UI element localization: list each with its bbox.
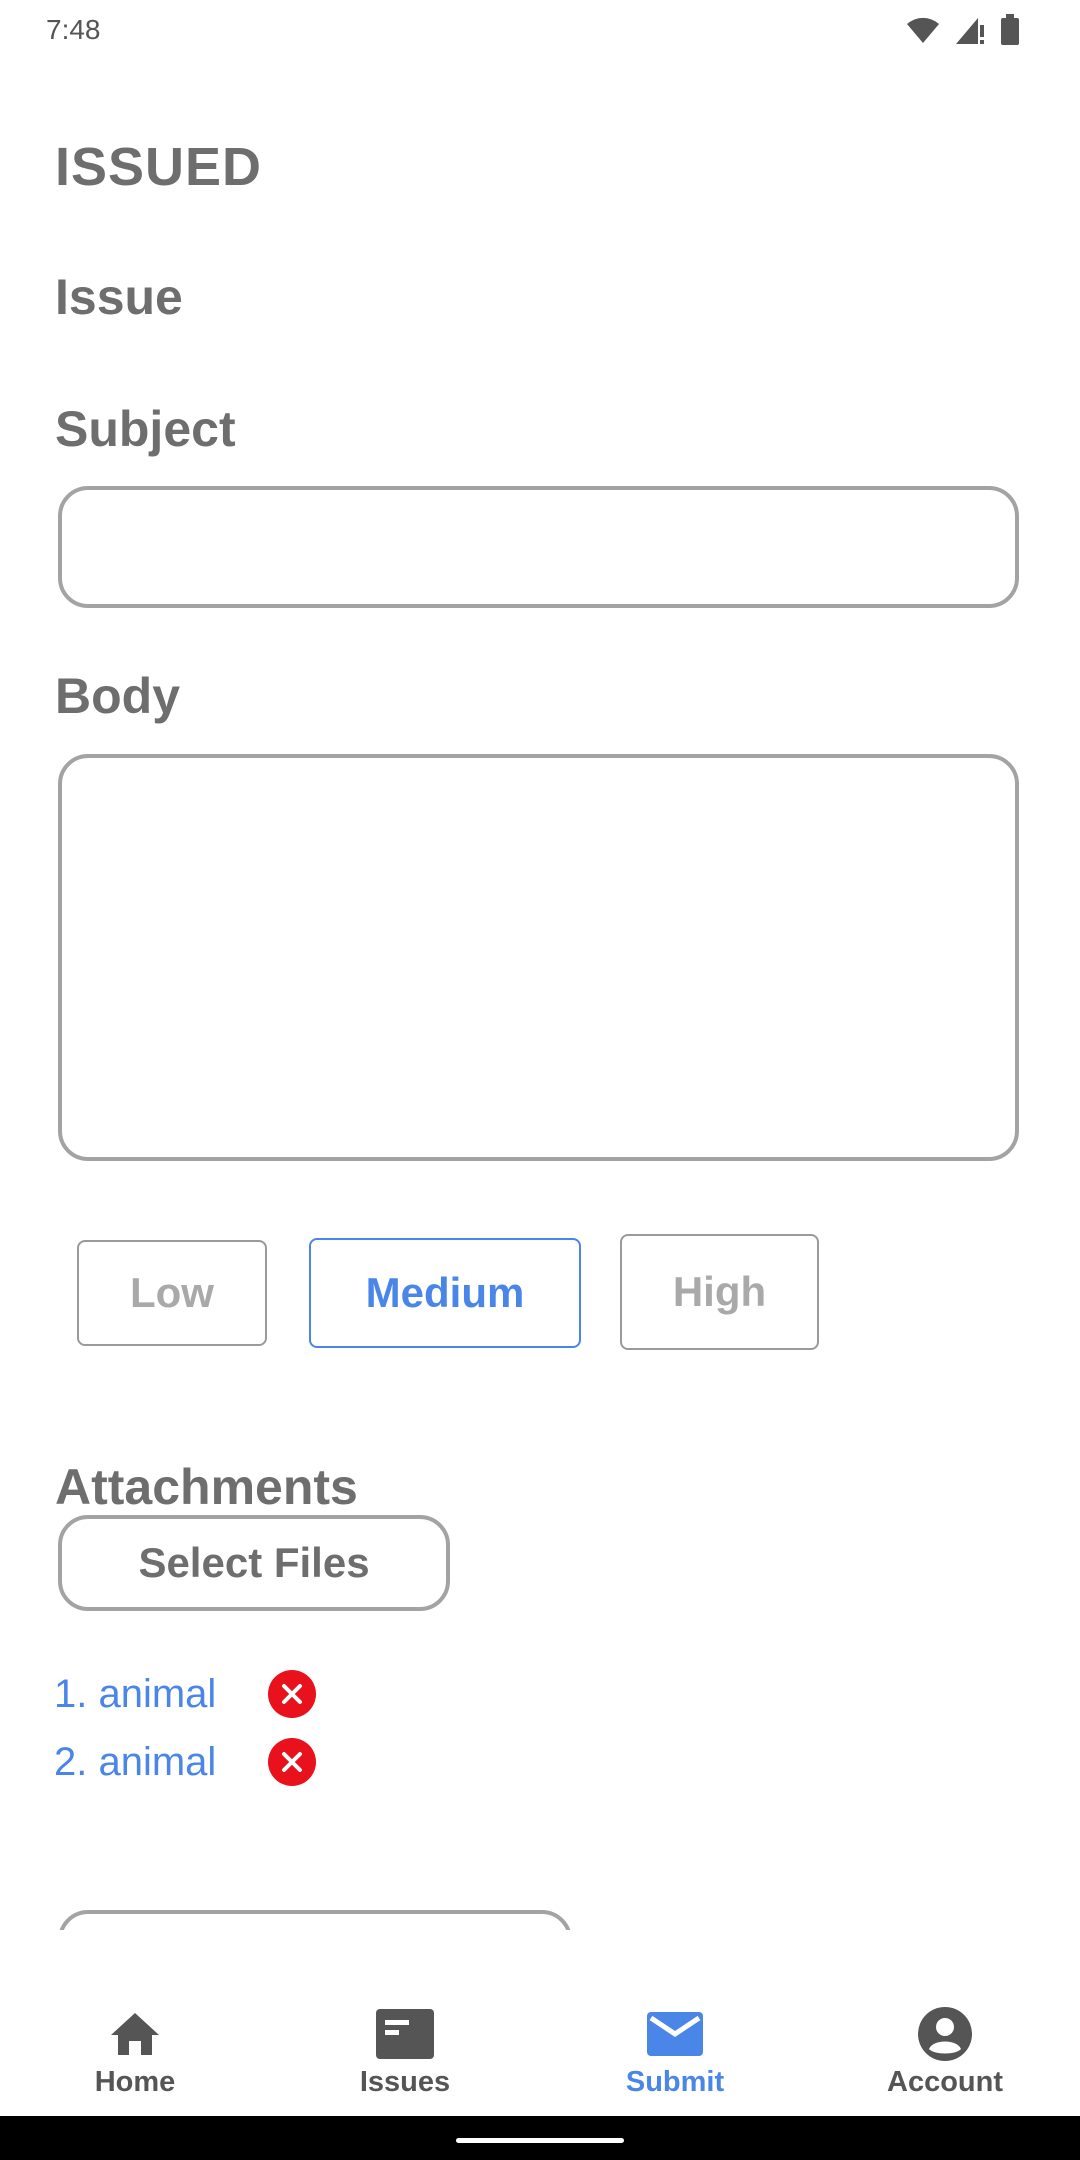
main-content: ISSUED Issue Subject Body Low Medium Hig… [0, 64, 1080, 1930]
attachments-label: Attachments [55, 1459, 358, 1515]
status-icons [906, 14, 1020, 51]
nav-home[interactable]: Home [0, 1930, 270, 2116]
wifi-icon [906, 16, 940, 49]
status-time: 7:48 [46, 14, 101, 45]
body-label: Body [55, 668, 180, 724]
submit-button[interactable] [58, 1910, 572, 1930]
remove-attachment-icon[interactable] [268, 1670, 316, 1718]
bottom-navigation: Home Issues Submit Account [0, 1930, 1080, 2116]
nav-issues[interactable]: Issues [270, 1930, 540, 2116]
system-navigation-bar [0, 2116, 1080, 2160]
home-indicator[interactable] [456, 2138, 624, 2143]
account-icon [918, 2006, 972, 2062]
body-textarea[interactable] [58, 754, 1019, 1161]
attachment-item: 2. animal [54, 1734, 316, 1790]
issues-icon [376, 2006, 434, 2062]
subject-label: Subject [55, 401, 236, 457]
subject-input[interactable] [58, 486, 1019, 608]
status-bar: 7:48 [0, 0, 1080, 64]
attachment-item: 1. animal [54, 1666, 316, 1722]
submit-issue-screen: 7:48 ISSUED Issue Subject Body Low Mediu… [0, 0, 1080, 2160]
home-icon [109, 2006, 161, 2062]
priority-high-button[interactable]: High [620, 1234, 819, 1350]
remove-attachment-icon[interactable] [268, 1738, 316, 1786]
battery-icon [1000, 14, 1020, 51]
priority-medium-button[interactable]: Medium [309, 1238, 581, 1348]
nav-label: Submit [625, 2066, 725, 2098]
page-title: ISSUED [55, 137, 263, 197]
nav-submit[interactable]: Submit [540, 1930, 810, 2116]
nav-label: Home [94, 2066, 176, 2098]
priority-low-button[interactable]: Low [77, 1240, 267, 1346]
select-files-button[interactable]: Select Files [58, 1515, 450, 1611]
nav-label: Account [887, 2066, 1003, 2098]
mail-icon [647, 2006, 703, 2062]
attachment-name[interactable]: 1. animal [54, 1672, 254, 1717]
nav-label: Issues [359, 2066, 451, 2098]
signal-icon [954, 15, 986, 50]
nav-account[interactable]: Account [810, 1930, 1080, 2116]
issue-heading: Issue [55, 269, 183, 325]
attachment-name[interactable]: 2. animal [54, 1740, 254, 1785]
